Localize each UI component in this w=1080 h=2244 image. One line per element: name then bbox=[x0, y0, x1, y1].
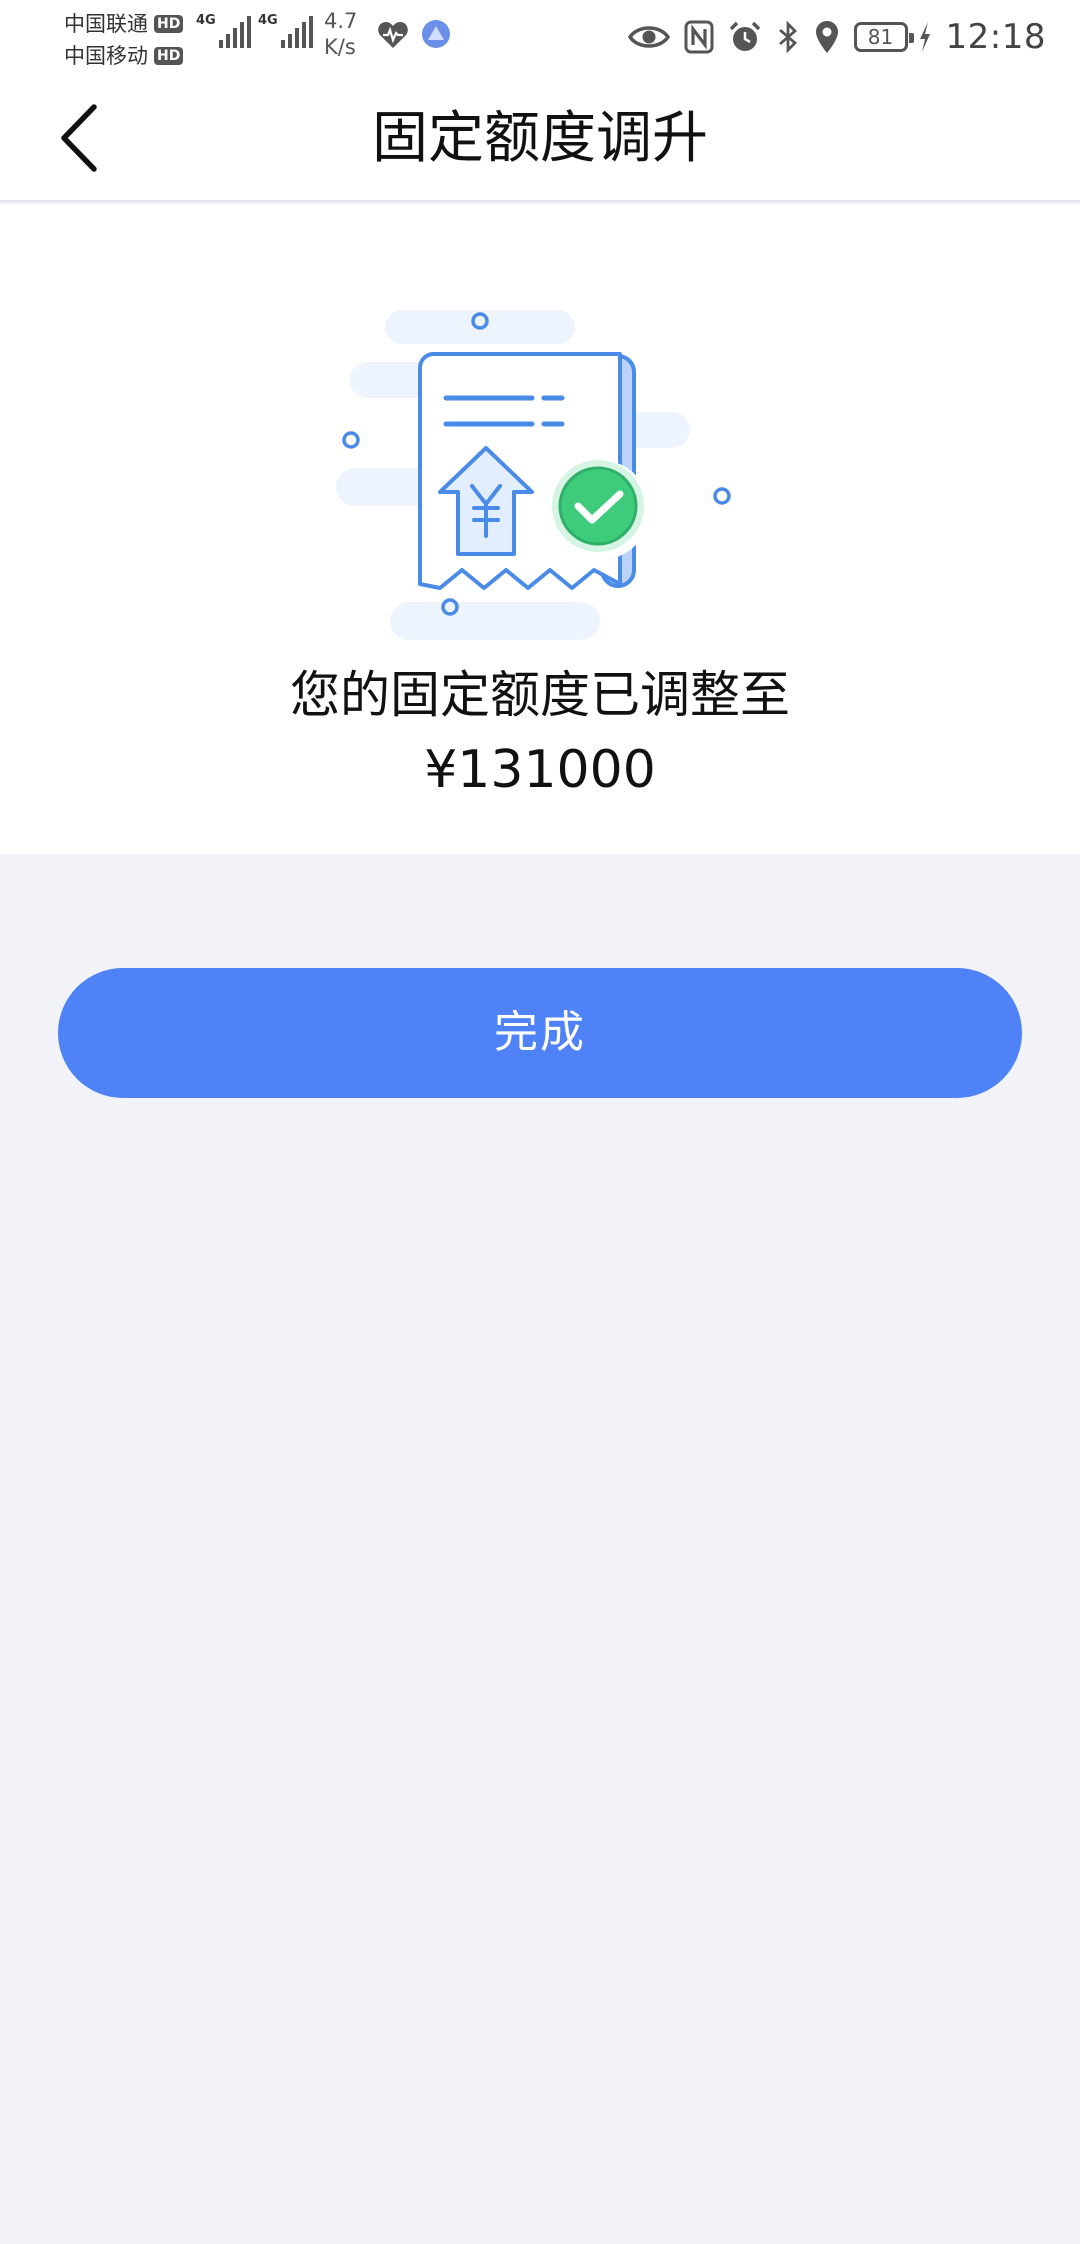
nfc-icon bbox=[684, 20, 714, 54]
hd-badge-2: HD bbox=[154, 47, 184, 65]
result-amount: ¥131000 bbox=[424, 740, 656, 800]
result-card: 您的固定额度已调整至 ¥131000 bbox=[0, 204, 1080, 854]
bluetooth-icon bbox=[778, 20, 797, 54]
carrier-2-name: 中国移动 bbox=[64, 44, 148, 68]
result-message: 您的固定额度已调整至 bbox=[290, 666, 790, 724]
network-speed: 4.7 K/s bbox=[324, 8, 357, 60]
location-icon bbox=[815, 21, 838, 53]
hd-badge-1: HD bbox=[154, 15, 184, 33]
app-notification-icon bbox=[422, 20, 450, 48]
status-bar: 中国联通 HD 中国移动 HD 4G 4G 4.7 K/s 81 12:18 bbox=[0, 0, 1080, 74]
sim2-tech-label: 4G bbox=[258, 13, 278, 28]
status-right-icons: 81 12:18 bbox=[627, 14, 1046, 60]
alarm-icon bbox=[729, 21, 760, 51]
net-speed-value: 4.7 bbox=[324, 9, 358, 33]
sim1-signal-icon: 4G bbox=[196, 14, 251, 48]
net-speed-unit: K/s bbox=[324, 35, 356, 59]
done-button[interactable]: 完成 bbox=[58, 968, 1022, 1098]
carrier-info: 中国联通 HD 中国移动 HD bbox=[64, 8, 184, 72]
heart-rate-icon bbox=[378, 22, 408, 48]
receipt-success-icon bbox=[336, 310, 731, 640]
page-title: 固定额度调升 bbox=[372, 106, 708, 171]
charging-icon bbox=[919, 22, 930, 52]
sim2-signal-icon: 4G bbox=[258, 14, 313, 48]
carrier-1-name: 中国联通 bbox=[64, 12, 148, 36]
navigation-bar: 固定额度调升 bbox=[0, 74, 1080, 202]
sim1-tech-label: 4G bbox=[196, 13, 216, 28]
battery-icon: 81 bbox=[853, 22, 914, 52]
clock: 12:18 bbox=[945, 17, 1046, 57]
eye-comfort-icon bbox=[627, 26, 670, 48]
